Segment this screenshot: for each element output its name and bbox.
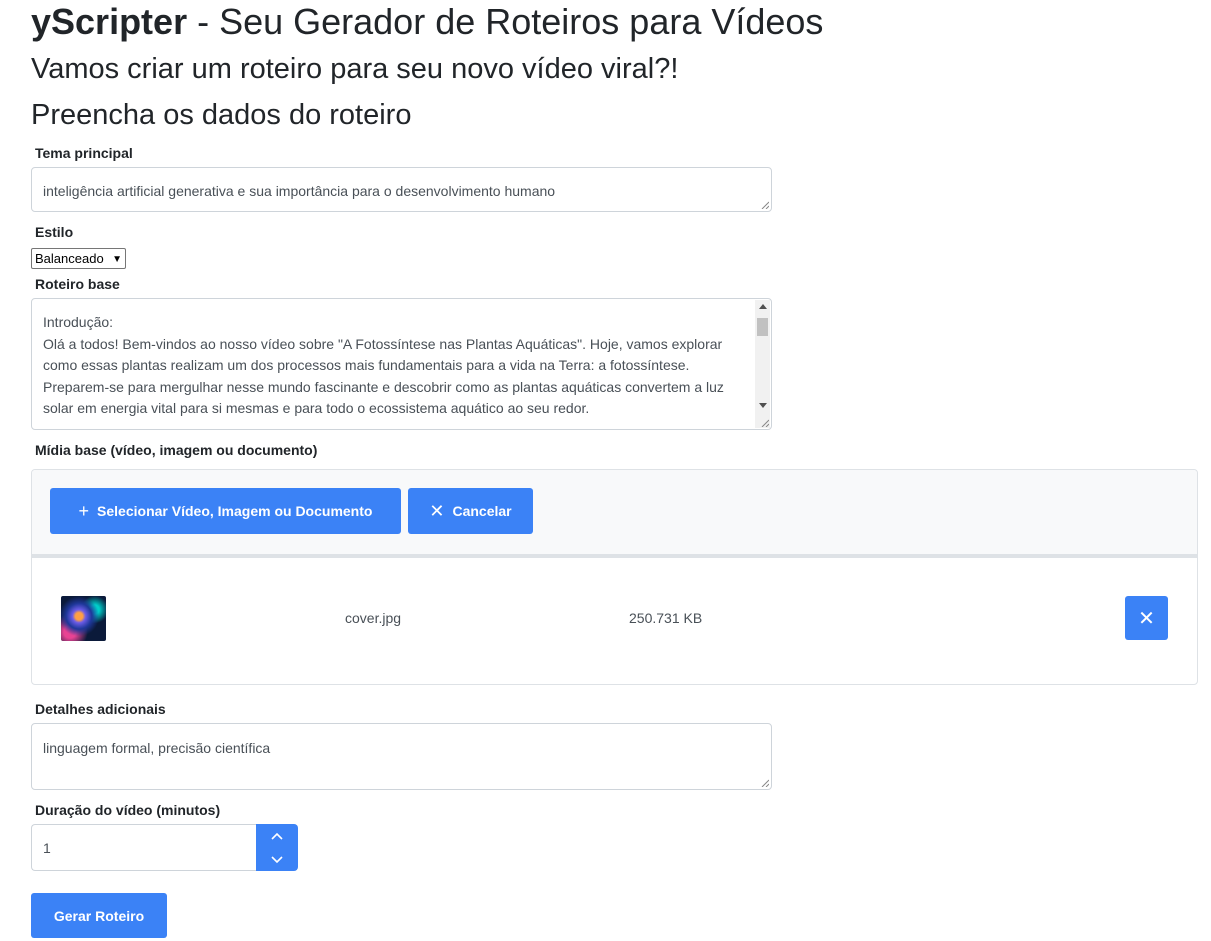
midia-label: Mídia base (vídeo, imagem ou documento) [35,442,318,458]
close-icon: ✕ [1138,607,1155,630]
estilo-select[interactable]: Balanceado ▼ [31,248,126,269]
plus-icon: + [78,500,90,521]
tema-textarea[interactable]: inteligência artificial generativa e sua… [31,167,772,212]
title-rest: - Seu Gerador de Roteiros para Vídeos [187,1,824,42]
duracao-input[interactable]: 1 [31,824,256,871]
cancel-button[interactable]: ✕ Cancelar [408,488,533,534]
chevron-down-icon: ▼ [112,254,122,265]
roteiro-line: Olá a todos! Bem-vindos ao nosso vídeo s… [43,335,723,352]
page-subtitle: Vamos criar um roteiro para seu novo víd… [31,53,679,85]
decrement-button[interactable] [256,848,298,871]
file-uploader: + Selecionar Vídeo, Imagem ou Documento … [31,469,1198,685]
file-size: 250.731 KB [629,610,703,626]
section-title: Preencha os dados do roteiro [31,99,412,131]
duracao-value: 1 [43,840,51,856]
estilo-selected: Balanceado [35,251,104,266]
resize-handle-icon[interactable] [761,201,769,209]
roteiro-label: Roteiro base [35,276,120,292]
roteiro-line: Introdução: [43,314,114,330]
file-thumbnail [61,596,106,641]
duracao-stepper [256,824,298,871]
detalhes-textarea[interactable]: linguagem formal, precisão científica [31,723,772,790]
page-title: yScripter - Seu Gerador de Roteiros para… [31,0,823,44]
chevron-up-icon [271,832,283,840]
select-media-label: Selecionar Vídeo, Imagem ou Documento [97,503,373,519]
detalhes-label: Detalhes adicionais [35,701,166,717]
roteiro-textarea[interactable]: Introdução: Olá a todos! Bem-vindos ao n… [31,298,772,430]
roteiro-line: como essas plantas realizam um dos proce… [43,357,690,373]
file-name: cover.jpg [345,610,402,626]
app-name: yScripter [31,1,188,42]
increment-button[interactable] [256,824,298,847]
scroll-up-icon[interactable] [759,304,767,309]
scroll-thumb[interactable] [757,318,768,336]
detalhes-value: linguagem formal, precisão científica [43,740,271,756]
roteiro-line: solar em energia vital para si mesmas e … [43,400,590,416]
chevron-down-icon [271,855,283,863]
select-media-button[interactable]: + Selecionar Vídeo, Imagem ou Documento [50,488,401,534]
uploader-toolbar: + Selecionar Vídeo, Imagem ou Documento … [32,470,1197,558]
resize-handle-icon[interactable] [761,779,769,787]
roteiro-line: Preparem-se para mergulhar nesse mundo f… [43,378,724,395]
scroll-down-icon[interactable] [759,403,767,408]
tema-label: Tema principal [35,145,133,161]
generate-script-label: Gerar Roteiro [53,907,145,924]
resize-handle-icon[interactable] [761,419,769,427]
duracao-label: Duração do vídeo (minutos) [35,802,221,818]
remove-file-button[interactable]: ✕ [1125,596,1168,640]
tema-value: inteligência artificial generativa e sua… [43,183,556,199]
file-row: cover.jpg 250.731 KB ✕ [32,558,1197,684]
close-icon: ✕ [429,500,445,521]
estilo-label: Estilo [35,224,74,240]
cancel-label: Cancelar [452,503,512,519]
generate-script-button[interactable]: Gerar Roteiro [31,893,167,938]
roteiro-scrollbar[interactable] [755,300,770,428]
